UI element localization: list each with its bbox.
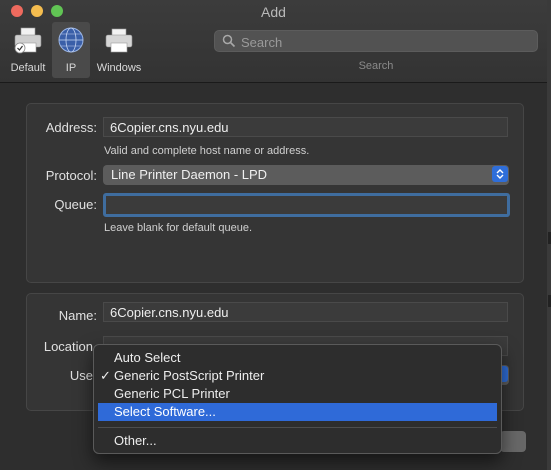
toolbar-windows-label: Windows xyxy=(96,62,142,74)
popup-stepper-icon xyxy=(492,166,508,182)
menu-item-generic-pcl[interactable]: Generic PCL Printer xyxy=(98,385,497,403)
use-label: Use xyxy=(69,368,93,383)
address-label: Address: xyxy=(45,120,97,135)
menu-item-generic-postscript[interactable]: ✓ Generic PostScript Printer xyxy=(98,367,497,385)
add-button[interactable] xyxy=(500,431,526,452)
driver-dropdown-menu: Auto Select ✓ Generic PostScript Printer… xyxy=(93,344,502,454)
checkmark-icon: ✓ xyxy=(100,368,111,383)
add-printer-window: Add Default IP Windows Search Search Add… xyxy=(0,0,548,470)
menu-item-label: Other... xyxy=(114,433,157,448)
protocol-popup[interactable]: Line Printer Daemon - LPD xyxy=(103,165,509,185)
titlebar: Add Default IP Windows Search Search xyxy=(0,0,547,83)
search-field[interactable] xyxy=(214,30,538,52)
menu-item-label: Auto Select xyxy=(114,350,181,365)
printer-icon xyxy=(14,27,42,54)
menu-separator xyxy=(98,427,497,428)
toolbar-ip-label: IP xyxy=(65,62,77,74)
queue-field[interactable] xyxy=(103,193,510,217)
printer-icon xyxy=(105,28,133,53)
search-input[interactable] xyxy=(239,33,533,51)
address-hint: Valid and complete host name or address. xyxy=(104,145,310,157)
menu-item-other[interactable]: Other... xyxy=(98,432,497,450)
toolbar-ip-button[interactable]: IP xyxy=(52,22,90,78)
address-field[interactable]: 6Copier.cns.nyu.edu xyxy=(103,117,508,137)
toolbar-default-button[interactable]: Default xyxy=(6,22,50,78)
queue-hint: Leave blank for default queue. xyxy=(104,222,253,234)
window-title: Add xyxy=(261,4,286,20)
toolbar-default-label: Default xyxy=(10,62,46,74)
name-field[interactable]: 6Copier.cns.nyu.edu xyxy=(103,302,508,322)
menu-item-auto-select[interactable]: Auto Select xyxy=(98,349,497,367)
search-label: Search xyxy=(358,60,394,72)
queue-label: Queue: xyxy=(54,197,97,212)
globe-icon xyxy=(58,27,84,53)
toolbar-windows-button[interactable]: Windows xyxy=(94,22,144,78)
menu-item-label: Generic PCL Printer xyxy=(114,386,230,401)
background-window-edge xyxy=(547,0,551,470)
name-label: Name: xyxy=(58,308,97,323)
menu-item-select-software[interactable]: Select Software... xyxy=(98,403,497,421)
menu-item-label: Select Software... xyxy=(114,404,216,419)
search-icon xyxy=(222,34,236,48)
protocol-label: Protocol: xyxy=(45,168,97,183)
location-label: Location xyxy=(43,339,93,354)
protocol-value: Line Printer Daemon - LPD xyxy=(111,167,268,182)
menu-item-label: Generic PostScript Printer xyxy=(114,368,265,383)
